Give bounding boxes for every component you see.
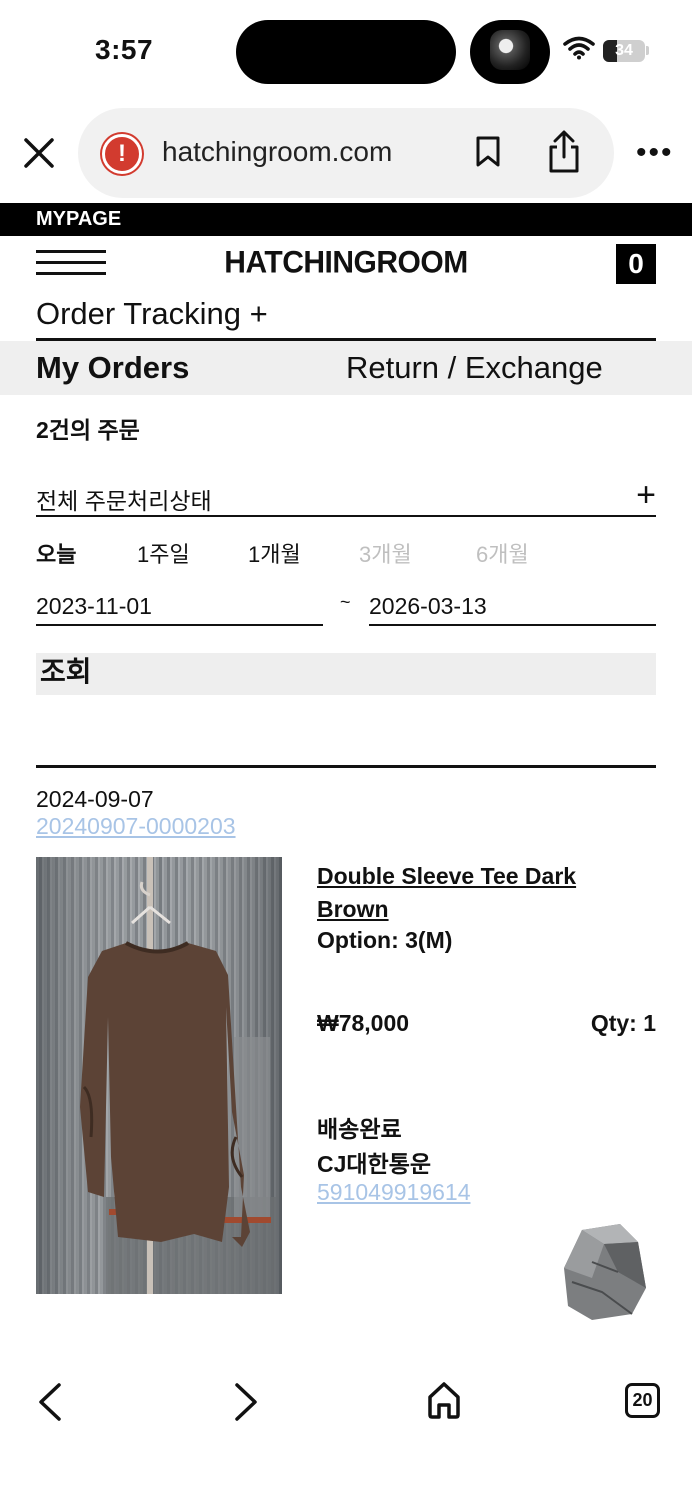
order-count: 2건의 주문 [36,417,140,443]
home-icon[interactable] [426,1380,462,1420]
mypage-bar: MYPAGE [0,203,692,236]
back-icon[interactable] [36,1382,64,1422]
date-separator: ~ [340,592,351,612]
avatar [490,30,530,70]
battery-icon: 34 [603,40,645,62]
not-secure-icon[interactable]: ! [102,134,142,174]
tab-my-orders[interactable]: My Orders [36,350,189,386]
end-date-input[interactable]: 2026-03-13 [369,591,656,626]
dynamic-island [236,20,456,84]
order-status-label: 전체 주문처리상태 [36,488,212,514]
cart-count-badge[interactable]: 0 [616,244,656,284]
divider [36,765,656,768]
order-date: 2024-09-07 [36,786,154,812]
tabs-count-button[interactable]: 20 [625,1383,660,1418]
battery-tip [646,46,649,55]
wifi-icon [563,36,595,60]
tab-return-exchange[interactable]: Return / Exchange [346,350,603,386]
site-logo[interactable]: HATCHINGROOM [0,245,692,281]
rock-icon[interactable] [562,1222,648,1322]
product-price: ₩78,000 [317,1010,410,1036]
bookmark-icon[interactable] [475,136,501,168]
product-quantity: Qty: 1 [590,1010,656,1036]
forward-icon[interactable] [232,1382,260,1422]
status-time: 3:57 [95,34,154,65]
close-icon[interactable] [22,136,56,170]
more-icon[interactable]: ••• [636,138,674,168]
order-number-link[interactable]: 20240907-0000203 [36,813,236,840]
search-button[interactable]: 조회 [36,653,656,695]
period-1-month[interactable]: 1개월 [248,537,301,569]
order-tracking-toggle[interactable]: Order Tracking + [36,296,268,332]
period-today[interactable]: 오늘 [36,537,76,569]
shipping-status: 배송완료 [317,1116,402,1142]
product-option: Option: 3(M) [317,927,453,953]
product-name-link[interactable]: Double Sleeve Tee Dark Brown [317,860,637,926]
courier-name: CJ대한통운 [317,1151,432,1177]
battery-level: 34 [615,42,633,59]
start-date-input[interactable]: 2023-11-01 [36,591,323,626]
plus-icon[interactable]: + [636,478,656,512]
period-3-months[interactable]: 3개월 [359,537,412,569]
url-text[interactable]: hatchingroom.com [162,136,392,168]
product-image[interactable] [36,857,282,1294]
period-6-months[interactable]: 6개월 [476,537,529,569]
tracking-number-link[interactable]: 591049919614 [317,1179,471,1206]
share-icon[interactable] [546,130,582,174]
period-1-week[interactable]: 1주일 [137,537,190,569]
order-status-select[interactable]: 전체 주문처리상태 + [36,478,656,517]
